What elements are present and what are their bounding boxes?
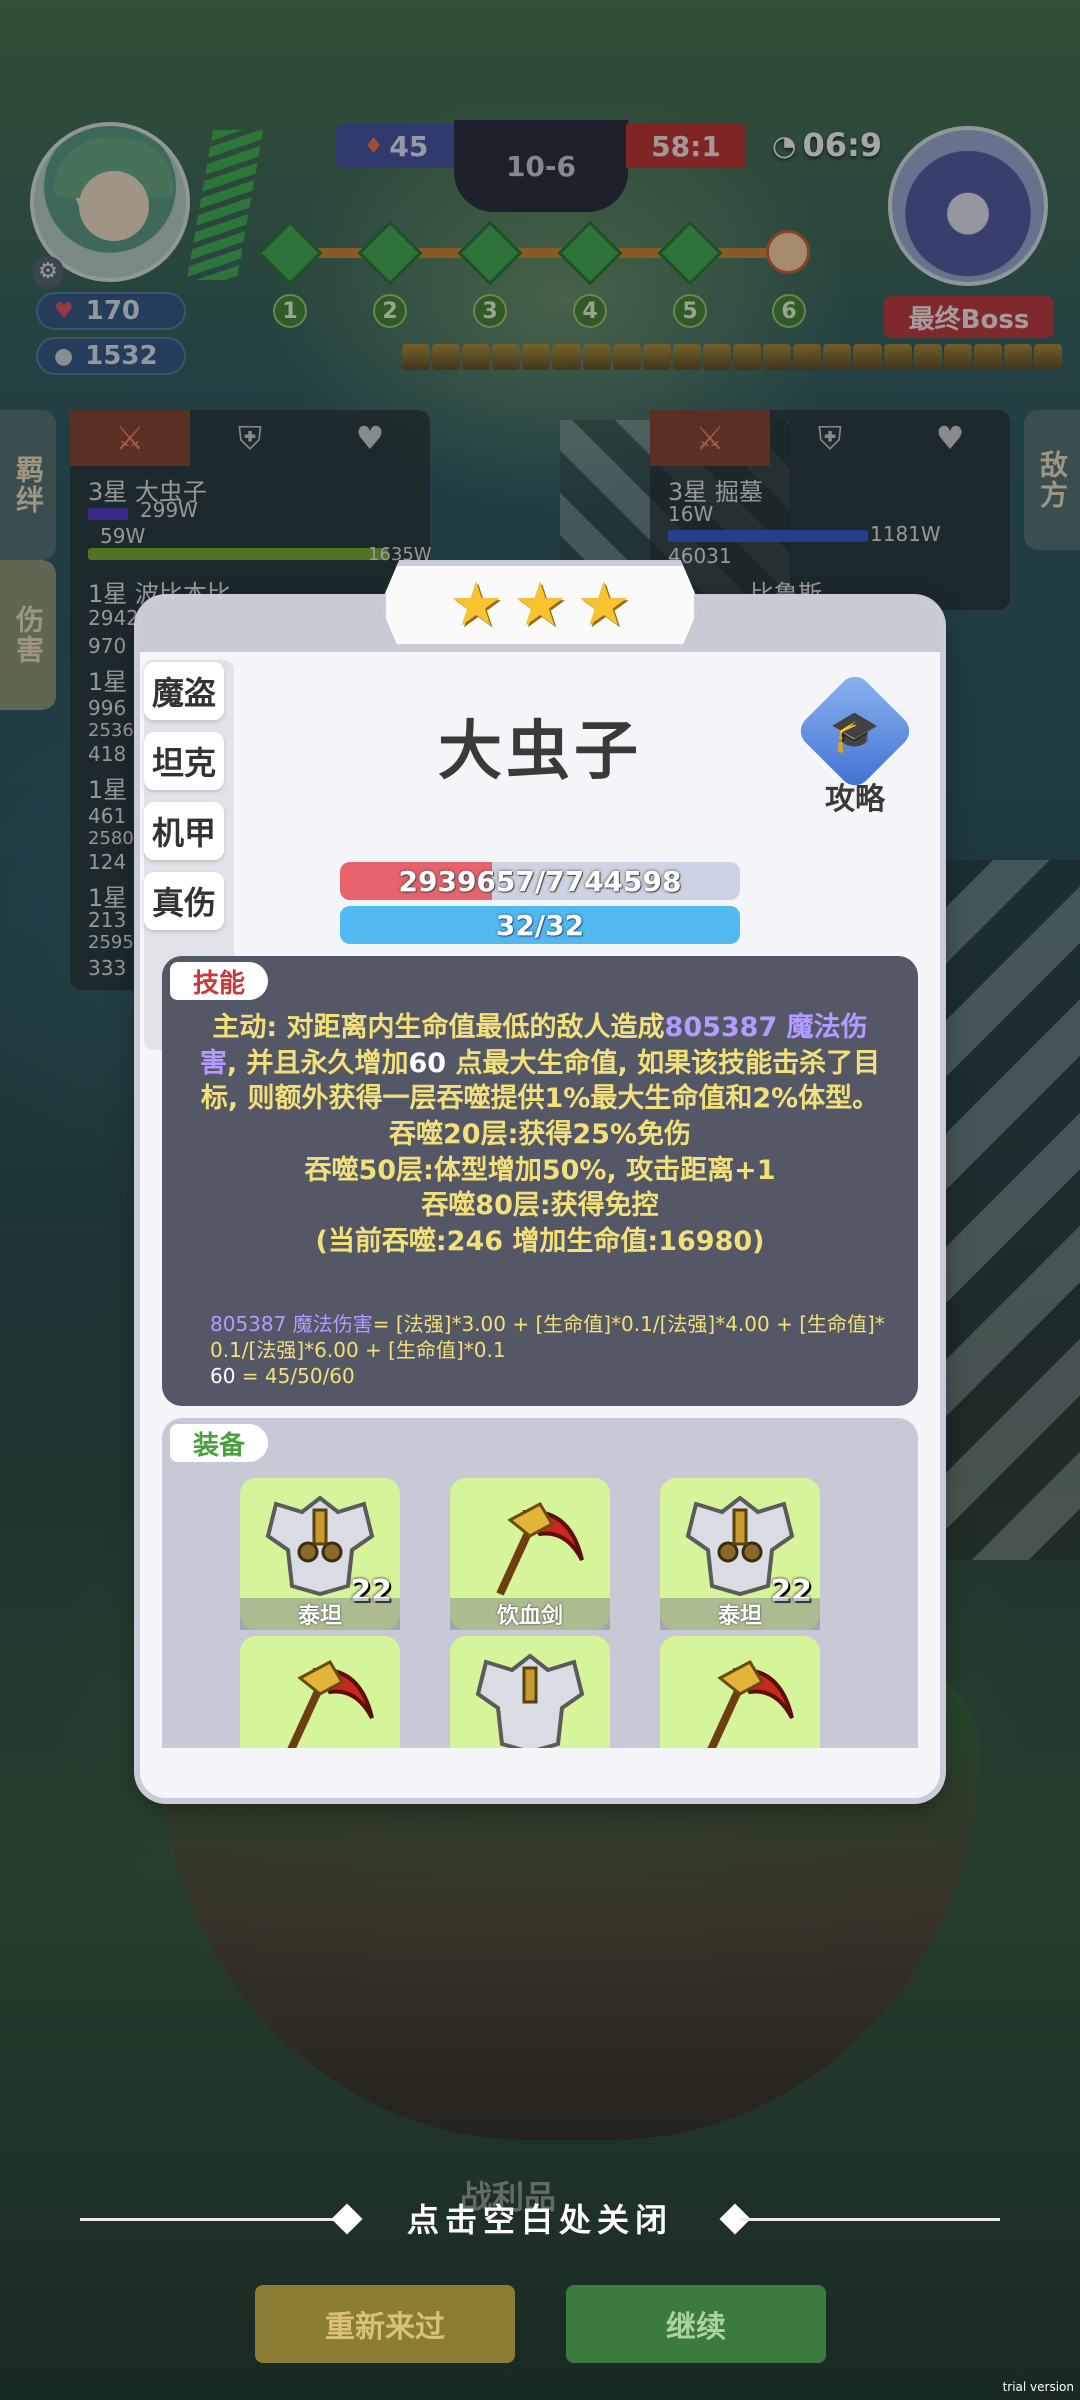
equipment-name: 泰坦 bbox=[240, 1598, 400, 1630]
skill-hp-value: 60 bbox=[408, 1047, 447, 1079]
skill-text: 吞噬50层:体型增加50%, 攻击距离+1 bbox=[304, 1154, 776, 1186]
hero-name: 大虫子 bbox=[438, 715, 642, 789]
formula-label: 60 bbox=[210, 1364, 236, 1388]
scythe-icon bbox=[260, 1648, 380, 1748]
star-icon: ★ bbox=[576, 570, 631, 640]
equipment-slot[interactable] bbox=[240, 1636, 400, 1748]
formula-text: = [法强]*3.00 + [生命值]*0.1/[法强]*4.00 + [生命值… bbox=[372, 1312, 885, 1336]
divider bbox=[80, 2218, 340, 2221]
skill-text: 吞噬80层:获得免控 bbox=[421, 1190, 659, 1222]
class-tab[interactable]: 坦克 bbox=[144, 732, 224, 790]
divider bbox=[740, 2218, 1000, 2221]
equipment-slot[interactable]: 饮血剑 bbox=[450, 1478, 610, 1630]
diamond-icon bbox=[331, 2203, 363, 2235]
equipment-slot[interactable]: 22 泰坦 bbox=[240, 1478, 400, 1630]
close-hint[interactable]: 点击空白处关闭 bbox=[0, 2198, 1080, 2239]
formula-text: 0.1/[法强]*6.00 + [生命值]*0.1 bbox=[210, 1338, 506, 1362]
scythe-icon bbox=[680, 1648, 800, 1748]
class-tab[interactable]: 魔盗 bbox=[144, 662, 224, 720]
skill-text: , 并且永久增加 bbox=[226, 1047, 409, 1079]
equipment-name: 泰坦 bbox=[660, 1598, 820, 1630]
equip-tag: 装备 bbox=[170, 1424, 268, 1462]
continue-button[interactable]: 继续 bbox=[566, 2285, 826, 2363]
equipment-panel: 装备 22 泰坦 饮血剑 22 泰坦 bbox=[162, 1418, 918, 1748]
class-tabs: 魔盗 坦克 机甲 真伤 bbox=[144, 662, 234, 942]
formula-text: = 45/50/60 bbox=[235, 1364, 355, 1388]
hp-text: 2939657/7744598 bbox=[398, 864, 682, 898]
skill-formula: 805387 魔法伤害= [法强]*3.00 + [生命值]*0.1/[法强]*… bbox=[210, 1311, 894, 1389]
mana-text: 32/32 bbox=[495, 908, 585, 942]
equipment-slot[interactable] bbox=[660, 1636, 820, 1748]
trial-watermark: trial version bbox=[1002, 2380, 1074, 2394]
star-rating: ★ ★ ★ bbox=[380, 560, 700, 650]
skill-tag: 技能 bbox=[170, 962, 268, 1000]
scythe-icon bbox=[470, 1490, 590, 1600]
star-icon: ★ bbox=[449, 570, 504, 640]
guide-button[interactable]: 🎓 攻略 bbox=[794, 670, 916, 818]
formula-label: 805387 魔法伤害 bbox=[210, 1312, 373, 1336]
retry-button[interactable]: 重新来过 bbox=[255, 2285, 515, 2363]
armor-icon bbox=[470, 1648, 590, 1748]
hero-mana-bar: 32/32 bbox=[340, 906, 740, 944]
hero-hp-bar: 2939657/7744598 bbox=[340, 862, 740, 900]
equipment-slot[interactable]: 22 泰坦 bbox=[660, 1478, 820, 1630]
close-hint-text: 点击空白处关闭 bbox=[406, 2201, 673, 2239]
skill-panel: 技能 主动: 对距离内生命值最低的敌人造成805387 魔法伤害, 并且永久增加… bbox=[162, 956, 918, 1406]
skill-text: 吞噬20层:获得25%免伤 bbox=[389, 1118, 691, 1150]
star-icon: ★ bbox=[513, 570, 567, 640]
equipment-name: 饮血剑 bbox=[450, 1598, 610, 1630]
class-tab[interactable]: 机甲 bbox=[144, 802, 224, 860]
skill-text: (当前吞噬:246 增加生命值:16980) bbox=[315, 1225, 765, 1257]
hero-detail-dialog: ★ ★ ★ 魔盗 坦克 机甲 真伤 大虫子 🎓 攻略 2939657/77445… bbox=[140, 560, 940, 1798]
equipment-slot[interactable] bbox=[450, 1636, 610, 1748]
class-tab[interactable]: 真伤 bbox=[144, 872, 224, 930]
skill-description: 主动: 对距离内生命值最低的敌人造成805387 魔法伤害, 并且永久增加60 … bbox=[198, 1010, 882, 1259]
skill-text: 主动: 对距离内生命值最低的敌人造成 bbox=[212, 1012, 665, 1043]
